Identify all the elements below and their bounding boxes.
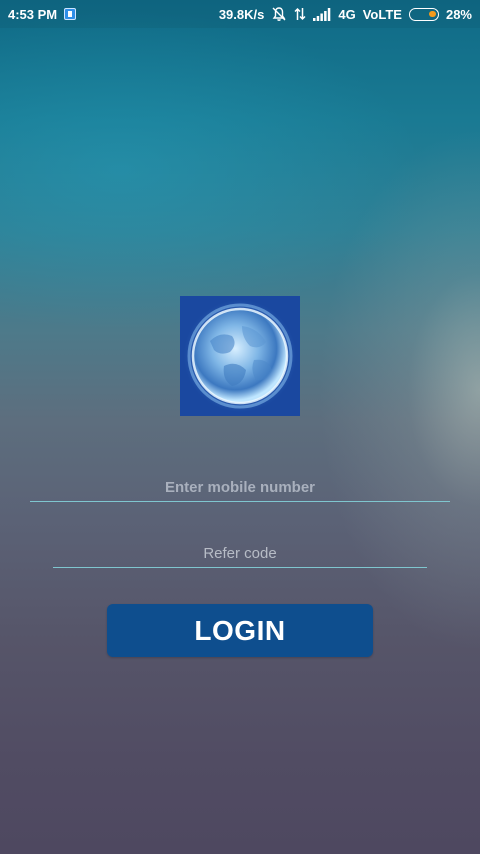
volte-label: VoLTE: [362, 6, 402, 22]
network-type: 4G: [338, 6, 356, 22]
battery-percent: 28%: [445, 6, 472, 22]
mobile-number-input[interactable]: [30, 474, 450, 501]
mobile-number-field[interactable]: [30, 474, 450, 502]
status-left: 4:53 PM: [8, 6, 77, 22]
refer-code-field[interactable]: [53, 540, 427, 568]
status-time: 4:53 PM: [8, 6, 58, 22]
login-button[interactable]: LOGIN: [107, 604, 373, 657]
bell-muted-icon: [271, 6, 287, 22]
data-transfer-icon: [294, 7, 306, 21]
notification-app-icon: [64, 8, 77, 20]
status-bar: 4:53 PM 39.8K/s 4G VoLTE 28%: [0, 0, 480, 28]
battery-icon: [408, 7, 439, 21]
battery-fill: [428, 10, 436, 17]
network-speed: 39.8K/s: [218, 6, 265, 22]
login-screen: 4:53 PM 39.8K/s 4G VoLTE 28% Enter mobil…: [0, 0, 480, 854]
planet-logo-icon: [180, 296, 300, 416]
refer-code-input[interactable]: [53, 540, 427, 567]
signal-icon: [313, 7, 331, 21]
status-right: 39.8K/s 4G VoLTE 28%: [219, 6, 472, 22]
